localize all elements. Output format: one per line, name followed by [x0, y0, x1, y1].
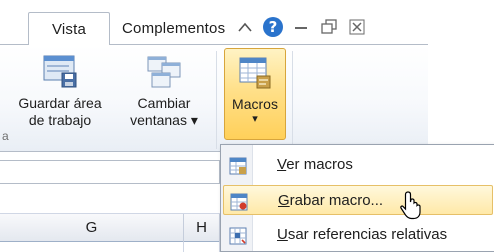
formula-bar[interactable] [0, 160, 220, 184]
cell-row[interactable] [0, 242, 220, 252]
minimize-icon[interactable] [288, 14, 314, 40]
guardar-label-line1: Guardar área [18, 95, 102, 111]
menu-item-grabar-macro[interactable]: Grabar macro... [223, 185, 493, 215]
tab-complementos[interactable]: Complementos [112, 12, 226, 45]
tab-vista[interactable]: Vista [28, 12, 110, 45]
guardar-area-trabajo-button[interactable]: Guardar área de trabajo [4, 53, 116, 129]
record-macro-icon [230, 192, 248, 211]
menu-item-label: rabar macro... [289, 192, 384, 209]
macros-button[interactable]: Macros ▾ [224, 48, 286, 140]
help-icon[interactable]: ? [260, 14, 286, 40]
ribbon-panel: Guardar área de trabajo Cambiar ventanas… [0, 44, 428, 152]
menu-access-key: V [277, 156, 287, 173]
column-header-h[interactable]: H [184, 214, 220, 242]
menu-item-label: er macros [286, 156, 353, 173]
svg-text:?: ? [269, 18, 278, 36]
menu-item-label: sar referencias relativas [287, 226, 448, 243]
column-header-row: G H [0, 214, 220, 242]
save-workspace-icon [42, 53, 78, 89]
cambiar-label-line1: Cambiar [137, 95, 191, 111]
menu-item-usar-referencias-relativas[interactable]: Usar referencias relativas [223, 220, 493, 250]
grid-spacer [0, 184, 220, 214]
macros-label: Macros [232, 96, 278, 112]
ribbon-tab-bar: Vista Complementos ? [0, 0, 494, 45]
collapse-ribbon-icon[interactable] [232, 14, 258, 40]
view-macros-icon [229, 156, 247, 175]
ribbon-group-caption: a [2, 129, 9, 143]
menu-access-key: U [277, 226, 288, 243]
mouse-pointer-icon [398, 190, 424, 220]
guardar-label-line2: de trabajo [28, 112, 92, 128]
ribbon-separator [292, 51, 293, 149]
macros-icon [237, 54, 273, 90]
menu-access-key: G [278, 192, 290, 209]
window-controls: ? [232, 14, 370, 40]
cambiar-label-line2: ventanas ▾ [130, 112, 198, 128]
menu-item-ver-macros[interactable]: Ver macros [223, 150, 493, 180]
ribbon-separator [216, 51, 217, 149]
macros-dropdown-menu: Ver macros Grabar macro... Usar referenc… [220, 144, 494, 252]
restore-icon[interactable] [316, 14, 342, 40]
macros-dropdown-arrow: ▾ [252, 113, 258, 125]
relative-references-icon [229, 226, 247, 245]
close-icon[interactable] [344, 14, 370, 40]
column-header-g[interactable]: G [0, 214, 184, 242]
cambiar-ventanas-button[interactable]: Cambiar ventanas ▾ [118, 53, 210, 129]
switch-windows-icon [146, 53, 182, 89]
